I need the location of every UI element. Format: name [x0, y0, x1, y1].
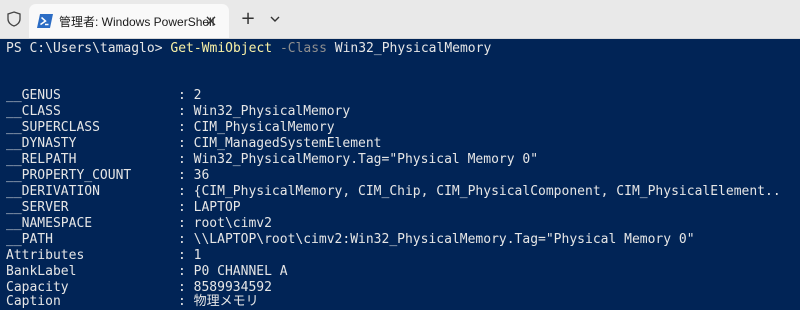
- separator: :: [178, 168, 194, 183]
- command-line: PS C:\Users\tamaglo> Get-WmiObject -Clas…: [6, 41, 491, 57]
- parameter: -Class: [279, 41, 327, 56]
- property-value: 物理メモリ: [193, 294, 259, 309]
- property-value: 36: [193, 168, 210, 183]
- property-name: __SUPERCLASS: [6, 120, 100, 135]
- property-name: __SERVER: [6, 200, 69, 215]
- close-icon[interactable]: ×: [201, 11, 221, 31]
- property-name: __DERIVATION: [6, 184, 100, 199]
- separator: :: [178, 280, 194, 295]
- output-row: BankLabel: P0 CHANNEL A: [6, 264, 288, 280]
- property-value: \\LAPTOP\root\cimv2:Win32_PhysicalMemory…: [193, 232, 695, 247]
- property-name: BankLabel: [6, 264, 77, 279]
- property-value: Win32_PhysicalMemory.Tag="Physical Memor…: [193, 152, 539, 167]
- separator: :: [178, 216, 194, 231]
- output-row: __RELPATH: Win32_PhysicalMemory.Tag="Phy…: [6, 152, 538, 168]
- property-name: __GENUS: [6, 88, 61, 103]
- console-output[interactable]: PS C:\Users\tamaglo> Get-WmiObject -Clas…: [0, 39, 800, 309]
- output-row: Attributes: 1: [6, 248, 201, 264]
- property-value: Win32_PhysicalMemory: [193, 104, 351, 119]
- title-bar: 管理者: Windows PowerShell × +: [0, 0, 800, 39]
- separator: :: [178, 200, 194, 215]
- property-name: __DYNASTY: [6, 136, 77, 151]
- output-row: __PATH: \\LAPTOP\root\cimv2:Win32_Physic…: [6, 232, 695, 248]
- property-name: __PATH: [6, 232, 53, 247]
- prompt: PS C:\Users\tamaglo>: [6, 41, 171, 56]
- separator: :: [178, 294, 194, 309]
- property-value: P0 CHANNEL A: [193, 264, 288, 279]
- output-row: __CLASS: Win32_PhysicalMemory: [6, 104, 350, 120]
- property-value: CIM_ManagedSystemElement: [193, 136, 382, 151]
- property-value: 2: [193, 88, 202, 103]
- shield-icon: [7, 11, 21, 27]
- output-row: __DERIVATION: {CIM_PhysicalMemory, CIM_C…: [6, 184, 781, 200]
- output-row: __GENUS: 2: [6, 88, 201, 104]
- new-tab-button[interactable]: +: [238, 9, 258, 29]
- property-name: __CLASS: [6, 104, 61, 119]
- property-name: __RELPATH: [6, 152, 77, 167]
- output-row: __SERVER: LAPTOP: [6, 200, 241, 216]
- output-row: __SUPERCLASS: CIM_PhysicalMemory: [6, 120, 335, 136]
- tab-powershell[interactable]: 管理者: Windows PowerShell ×: [29, 4, 229, 38]
- property-value: 8589934592: [193, 280, 272, 295]
- property-value: LAPTOP: [193, 200, 241, 215]
- property-name: Attributes: [6, 248, 85, 263]
- output-row: __NAMESPACE: root\cimv2: [6, 216, 272, 232]
- separator: :: [178, 248, 194, 263]
- separator: :: [178, 120, 194, 135]
- output-row: Caption: 物理メモリ: [6, 294, 259, 310]
- separator: :: [178, 232, 194, 247]
- cmdlet: Get-WmiObject: [170, 41, 273, 56]
- separator: :: [178, 264, 194, 279]
- property-value: 1: [193, 248, 202, 263]
- separator: :: [178, 152, 194, 167]
- separator: :: [178, 184, 194, 199]
- output-row: __DYNASTY: CIM_ManagedSystemElement: [6, 136, 382, 152]
- property-value: CIM_PhysicalMemory: [193, 120, 335, 135]
- separator: :: [178, 88, 194, 103]
- property-value: {CIM_PhysicalMemory, CIM_Chip, CIM_Physi…: [193, 184, 781, 199]
- separator: :: [178, 104, 194, 119]
- powershell-icon: [37, 14, 53, 28]
- tab-title: 管理者: Windows PowerShell: [59, 15, 215, 29]
- output-row: __PROPERTY_COUNT: 36: [6, 168, 209, 184]
- property-name: Caption: [6, 294, 61, 309]
- separator: :: [178, 136, 194, 151]
- property-value: root\cimv2: [193, 216, 272, 231]
- chevron-down-icon[interactable]: [266, 10, 284, 28]
- argument: Win32_PhysicalMemory: [334, 41, 492, 56]
- property-name: __PROPERTY_COUNT: [6, 168, 132, 183]
- property-name: __NAMESPACE: [6, 216, 93, 231]
